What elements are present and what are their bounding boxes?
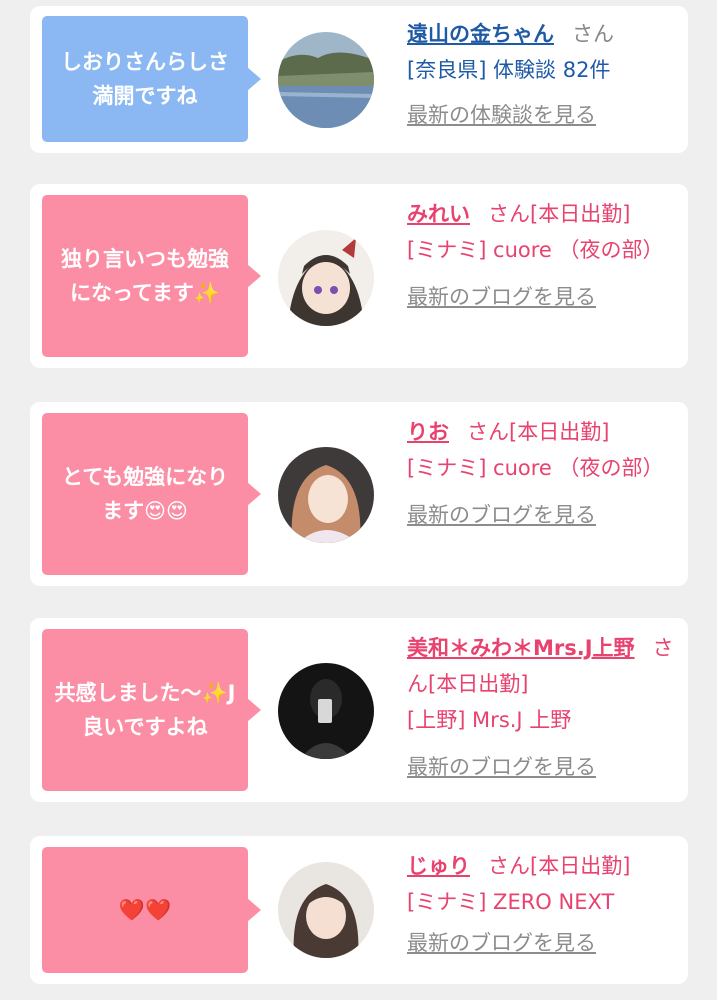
comment-bubble: しおりさんらしさ満開ですね — [42, 16, 261, 142]
user-detail: [ミナミ] ZERO NEXT — [407, 890, 615, 914]
latest-post-link[interactable]: 最新のブログを見る — [407, 500, 677, 530]
lake-landscape-photo — [278, 32, 374, 128]
user-suffix: さん[本日出勤] — [488, 202, 631, 226]
user-suffix: さん — [572, 22, 614, 46]
comment-text: しおりさんらしさ満開ですね — [61, 50, 229, 108]
anime-girl-illustration — [278, 230, 374, 326]
latest-post-link[interactable]: 最新のブログを見る — [407, 752, 677, 782]
user-name-link[interactable]: 美和＊みわ＊Mrs.J上野 — [407, 636, 635, 660]
comment-card: とても勉強になります😍😍 りお さん[本日出勤] [ミナミ] cuore （夜の部… — [30, 402, 688, 586]
comment-text: ❤️❤️ — [118, 898, 172, 922]
avatar[interactable] — [278, 663, 374, 759]
user-detail: [ミナミ] cuore （夜の部） — [407, 456, 664, 480]
user-detail: [上野] Mrs.J 上野 — [407, 708, 572, 732]
user-info: 遠山の金ちゃん さん [奈良県] 体験談 82件 最新の体験談を見る — [407, 16, 677, 130]
comment-card: 共感しました〜✨J良いですよね 美和＊みわ＊Mrs.J上野 さん[本日出勤] [上… — [30, 618, 688, 802]
user-suffix: さん[本日出勤] — [467, 420, 610, 444]
comment-card: 独り言いつも勉強になってます✨ みれい さん[本日出勤] [ミナミ] cuore … — [30, 184, 688, 368]
woman-portrait-photo — [278, 862, 374, 958]
user-name-link[interactable]: 遠山の金ちゃん — [407, 22, 554, 46]
comment-bubble: ❤️❤️ — [42, 847, 261, 973]
user-info: じゅり さん[本日出勤] [ミナミ] ZERO NEXT 最新のブログを見る — [407, 848, 677, 958]
avatar[interactable] — [278, 862, 374, 958]
user-info: みれい さん[本日出勤] [ミナミ] cuore （夜の部） 最新のブログを見る — [407, 196, 677, 312]
comment-bubble: 独り言いつも勉強になってます✨ — [42, 195, 261, 357]
mirror-selfie-photo — [278, 663, 374, 759]
user-name-link[interactable]: みれい — [407, 202, 470, 226]
comment-text: 共感しました〜✨J良いですよね — [54, 681, 236, 739]
user-name-link[interactable]: じゅり — [407, 854, 470, 878]
user-info: 美和＊みわ＊Mrs.J上野 さん[本日出勤] [上野] Mrs.J 上野 最新のブ… — [407, 630, 677, 782]
comment-feed: しおりさんらしさ満開ですね 遠山の金ちゃん さん [奈良県] 体験談 82件 最新… — [0, 0, 717, 1000]
woman-portrait-photo — [278, 447, 374, 543]
latest-post-link[interactable]: 最新の体験談を見る — [407, 100, 677, 130]
user-suffix: さん[本日出勤] — [488, 854, 631, 878]
user-name-link[interactable]: りお — [407, 420, 449, 444]
avatar[interactable] — [278, 32, 374, 128]
comment-card: ❤️❤️ じゅり さん[本日出勤] [ミナミ] ZERO NEXT 最新のブログを… — [30, 836, 688, 984]
comment-bubble: 共感しました〜✨J良いですよね — [42, 629, 261, 791]
user-info: りお さん[本日出勤] [ミナミ] cuore （夜の部） 最新のブログを見る — [407, 414, 677, 530]
comment-text: 独り言いつも勉強になってます✨ — [61, 247, 229, 305]
user-detail: [奈良県] 体験談 82件 — [407, 58, 611, 82]
avatar[interactable] — [278, 447, 374, 543]
latest-post-link[interactable]: 最新のブログを見る — [407, 282, 677, 312]
user-detail: [ミナミ] cuore （夜の部） — [407, 238, 664, 262]
comment-text: とても勉強になります😍😍 — [61, 465, 229, 523]
comment-bubble: とても勉強になります😍😍 — [42, 413, 261, 575]
comment-card: しおりさんらしさ満開ですね 遠山の金ちゃん さん [奈良県] 体験談 82件 最新… — [30, 6, 688, 153]
latest-post-link[interactable]: 最新のブログを見る — [407, 928, 677, 958]
avatar[interactable] — [278, 230, 374, 326]
